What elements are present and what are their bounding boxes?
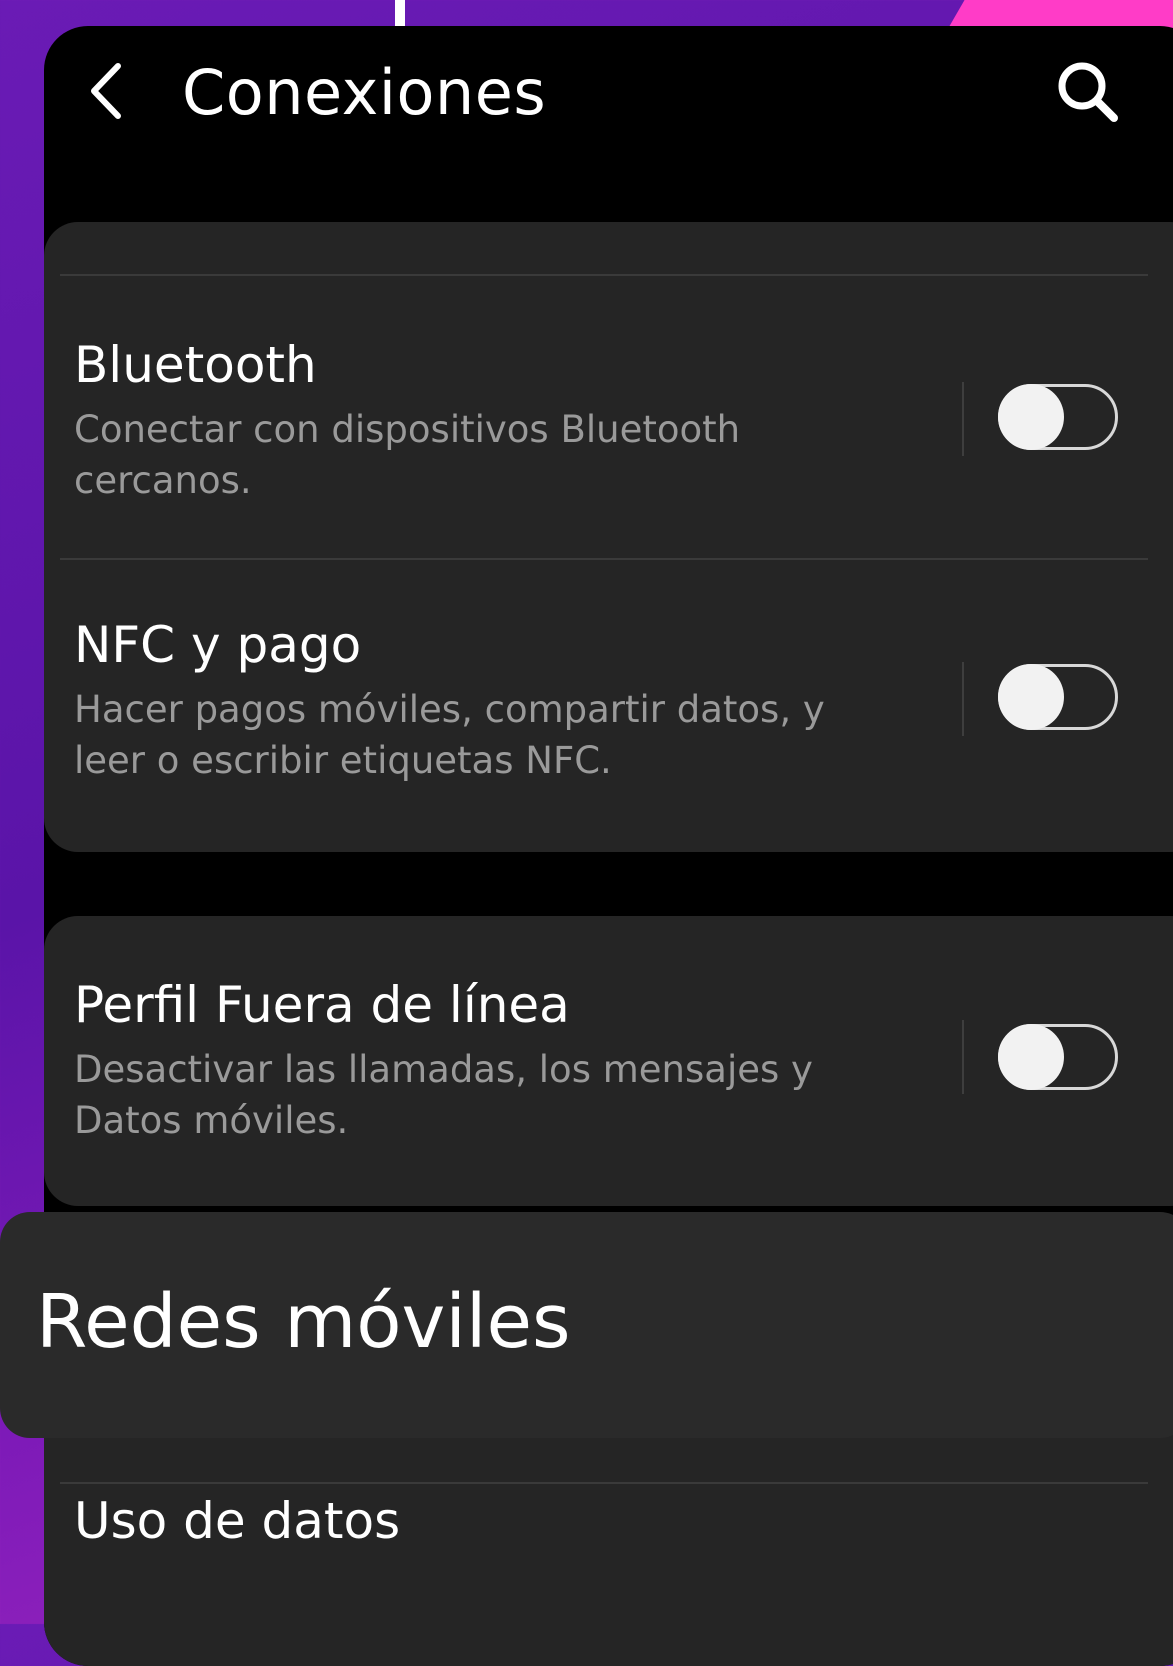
page-title: Conexiones — [182, 56, 547, 129]
data-card: Uso de datos — [44, 1416, 1173, 1666]
offline-card: Perfil Fuera de línea Desactivar las lla… — [44, 916, 1173, 1206]
setting-description: Hacer pagos móviles, compartir datos, y … — [74, 688, 825, 782]
separator — [962, 1020, 964, 1094]
toggle-knob — [998, 384, 1064, 450]
setting-title: Perfil Fuera de línea — [74, 976, 570, 1034]
toggle-knob — [998, 1024, 1064, 1090]
divider — [60, 558, 1148, 560]
data-usage-item[interactable]: Uso de datos — [74, 1486, 400, 1556]
bluetooth-toggle[interactable] — [998, 384, 1118, 450]
divider — [60, 1482, 1148, 1484]
divider — [60, 274, 1148, 276]
separator — [962, 382, 964, 456]
setting-row-offline[interactable]: Perfil Fuera de línea Desactivar las lla… — [44, 940, 1173, 1180]
highlight-banner[interactable]: Redes móviles — [0, 1212, 1173, 1438]
toggle-knob — [998, 664, 1064, 730]
mobile-networks-label: Redes móviles — [36, 1279, 571, 1365]
setting-title: NFC y pago — [74, 616, 362, 674]
setting-row-nfc[interactable]: NFC y pago Hacer pagos móviles, comparti… — [44, 592, 1173, 812]
search-icon[interactable] — [1052, 56, 1124, 128]
connections-card: Bluetooth Conectar con dispositivos Blue… — [44, 222, 1173, 852]
separator — [962, 662, 964, 736]
app-header: Conexiones — [44, 26, 1173, 186]
nfc-toggle[interactable] — [998, 664, 1118, 730]
chevron-left-icon[interactable] — [76, 56, 136, 126]
background-line — [395, 0, 405, 28]
setting-description: Desactivar las llamadas, los mensajes y … — [74, 1048, 813, 1142]
offline-toggle[interactable] — [998, 1024, 1118, 1090]
setting-description: Conectar con dispositivos Bluetooth cerc… — [74, 408, 741, 502]
setting-title: Bluetooth — [74, 336, 317, 394]
setting-row-bluetooth[interactable]: Bluetooth Conectar con dispositivos Blue… — [44, 312, 1173, 512]
